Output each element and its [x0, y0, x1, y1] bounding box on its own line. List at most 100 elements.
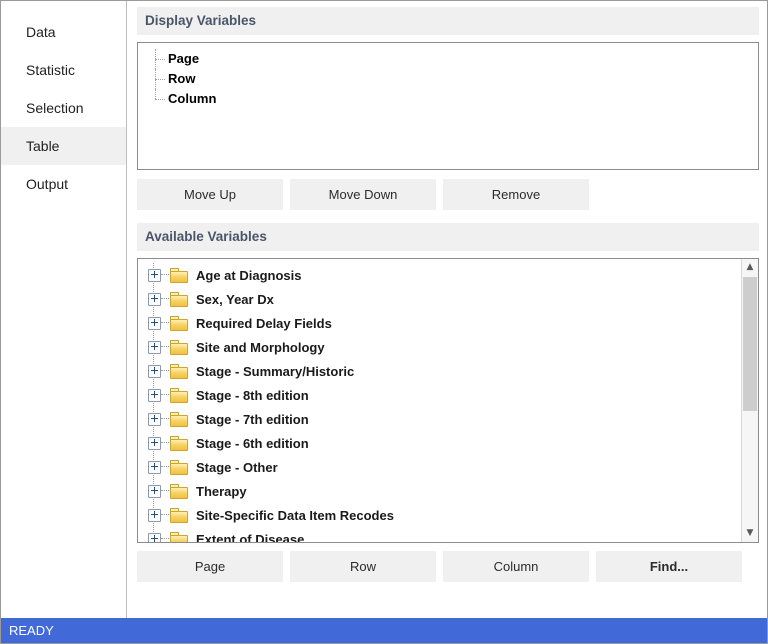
sidebar-item-label: Data [26, 24, 56, 40]
display-variables-buttons: Move Up Move Down Remove [137, 179, 759, 210]
tree-branch-icon [161, 479, 170, 503]
application-window: Data Statistic Selection Table Output Di… [0, 0, 768, 644]
available-variable-label: Site and Morphology [196, 340, 325, 355]
sidebar-item-selection[interactable]: Selection [1, 89, 126, 127]
sidebar-item-label: Output [26, 176, 68, 192]
tree-branch-icon [152, 49, 168, 69]
tree-branch-icon [161, 287, 170, 311]
available-variable-label: Age at Diagnosis [196, 268, 301, 283]
tree-branch-icon [152, 69, 168, 89]
available-variable-label: Required Delay Fields [196, 316, 332, 331]
plus-expander-icon[interactable] [148, 269, 161, 282]
find-button[interactable]: Find... [596, 551, 742, 582]
tree-branch-icon [161, 503, 170, 527]
plus-expander-icon[interactable] [148, 509, 161, 522]
available-variable-label: Stage - 6th edition [196, 436, 309, 451]
display-variable-label: Row [168, 69, 195, 89]
display-variable-label: Column [168, 89, 216, 109]
scroll-up-arrow-icon[interactable]: ▲ [742, 259, 758, 276]
plus-expander-icon[interactable] [148, 533, 161, 543]
sidebar-item-table[interactable]: Table [1, 127, 126, 165]
list-item[interactable]: Stage - 7th edition [148, 407, 741, 431]
available-variables-group: Available Variables Age at Diagnosis [137, 223, 759, 582]
list-item[interactable]: Column [152, 89, 758, 109]
available-variables-header: Available Variables [137, 223, 759, 251]
display-variable-label: Page [168, 49, 199, 69]
plus-expander-icon[interactable] [148, 413, 161, 426]
status-text: READY [9, 623, 54, 638]
tree-branch-icon [161, 527, 170, 542]
list-item[interactable]: Site and Morphology [148, 335, 741, 359]
list-item[interactable]: Stage - 8th edition [148, 383, 741, 407]
available-variable-label: Site-Specific Data Item Recodes [196, 508, 394, 523]
sidebar-item-label: Statistic [26, 62, 75, 78]
plus-expander-icon[interactable] [148, 461, 161, 474]
available-variables-list[interactable]: Age at Diagnosis Sex, Year Dx [137, 258, 759, 543]
available-variable-label: Extent of Disease [196, 532, 304, 543]
move-down-button[interactable]: Move Down [290, 179, 436, 210]
list-item[interactable]: Extent of Disease [148, 527, 741, 542]
list-item[interactable]: Page [152, 49, 758, 69]
display-variables-header: Display Variables [137, 7, 759, 35]
tree-branch-icon [161, 407, 170, 431]
plus-expander-icon[interactable] [148, 293, 161, 306]
remove-button[interactable]: Remove [443, 179, 589, 210]
list-item[interactable]: Stage - Other [148, 455, 741, 479]
list-item[interactable]: Sex, Year Dx [148, 287, 741, 311]
folder-icon [170, 292, 188, 307]
folder-icon [170, 340, 188, 355]
list-item[interactable]: Age at Diagnosis [148, 263, 741, 287]
list-item[interactable]: Stage - 6th edition [148, 431, 741, 455]
tree-branch-icon [161, 263, 170, 287]
tree-branch-icon [161, 431, 170, 455]
sidebar-nav: Data Statistic Selection Table Output [1, 1, 127, 618]
folder-icon [170, 412, 188, 427]
plus-expander-icon[interactable] [148, 389, 161, 402]
tree-branch-icon [161, 455, 170, 479]
folder-icon [170, 532, 188, 543]
sidebar-item-label: Table [26, 138, 59, 154]
plus-expander-icon[interactable] [148, 341, 161, 354]
scroll-down-arrow-icon[interactable]: ▼ [742, 525, 758, 542]
tree-branch-icon [152, 89, 168, 109]
content-pane: Display Variables Page Row Column [127, 1, 767, 618]
available-variable-label: Sex, Year Dx [196, 292, 274, 307]
tree-branch-icon [161, 311, 170, 335]
sidebar-item-output[interactable]: Output [1, 165, 126, 203]
page-button[interactable]: Page [137, 551, 283, 582]
list-item[interactable]: Site-Specific Data Item Recodes [148, 503, 741, 527]
folder-icon [170, 484, 188, 499]
folder-icon [170, 316, 188, 331]
folder-icon [170, 508, 188, 523]
plus-expander-icon[interactable] [148, 485, 161, 498]
available-variable-label: Therapy [196, 484, 247, 499]
folder-icon [170, 364, 188, 379]
plus-expander-icon[interactable] [148, 317, 161, 330]
folder-icon [170, 388, 188, 403]
available-variable-label: Stage - 7th edition [196, 412, 309, 427]
tree-branch-icon [161, 383, 170, 407]
scrollbar-thumb[interactable] [743, 277, 757, 411]
plus-expander-icon[interactable] [148, 365, 161, 378]
list-item[interactable]: Stage - Summary/Historic [148, 359, 741, 383]
sidebar-item-data[interactable]: Data [1, 13, 126, 51]
tree-branch-icon [161, 359, 170, 383]
folder-icon [170, 436, 188, 451]
available-variables-rows: Age at Diagnosis Sex, Year Dx [138, 259, 741, 542]
window-body: Data Statistic Selection Table Output Di… [1, 1, 767, 618]
row-button[interactable]: Row [290, 551, 436, 582]
list-item[interactable]: Required Delay Fields [148, 311, 741, 335]
available-variable-label: Stage - Other [196, 460, 278, 475]
display-variables-list[interactable]: Page Row Column [137, 42, 759, 170]
column-button[interactable]: Column [443, 551, 589, 582]
vertical-scrollbar[interactable]: ▲ ▼ [741, 259, 758, 542]
sidebar-item-label: Selection [26, 100, 84, 116]
plus-expander-icon[interactable] [148, 437, 161, 450]
status-bar: READY [1, 618, 767, 643]
display-variables-group: Display Variables Page Row Column [137, 7, 759, 210]
list-item[interactable]: Therapy [148, 479, 741, 503]
sidebar-item-statistic[interactable]: Statistic [1, 51, 126, 89]
list-item[interactable]: Row [152, 69, 758, 89]
available-variables-buttons: Page Row Column Find... [137, 551, 759, 582]
move-up-button[interactable]: Move Up [137, 179, 283, 210]
